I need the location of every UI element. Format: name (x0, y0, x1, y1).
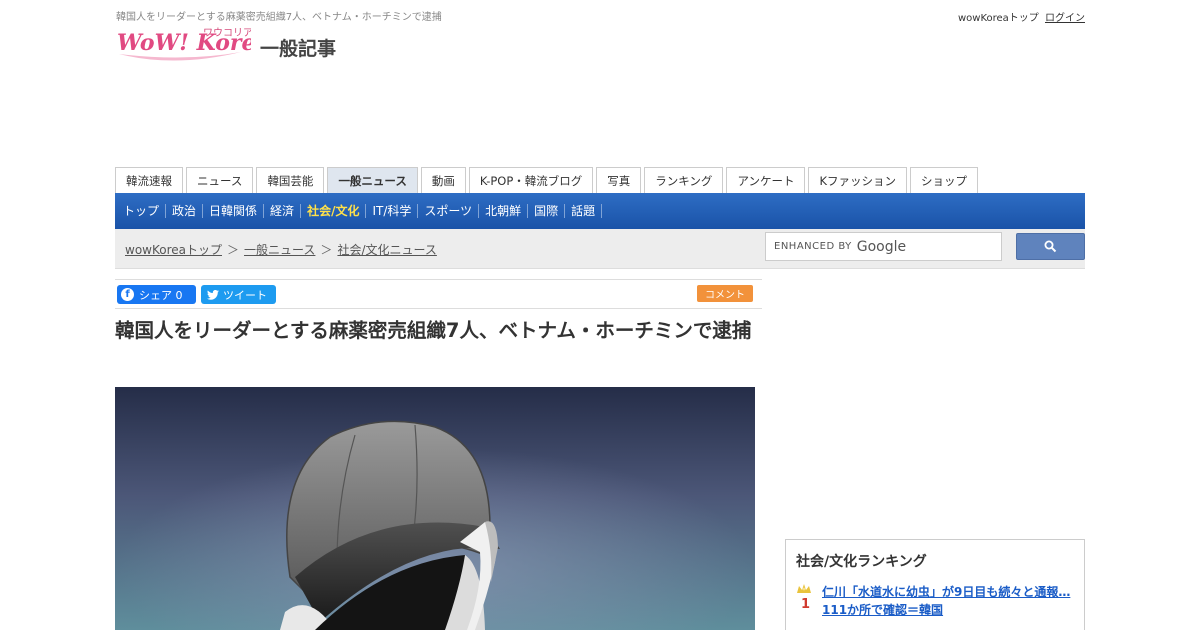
top-breadcrumb: 韓国人をリーダーとする麻薬密売組織7人、ベトナム・ホーチミンで逮捕 (116, 12, 442, 23)
ranking-title: 社会/文化ランキング (796, 554, 927, 570)
ranking-item: 1 仁川「水道水に幼虫」が9日目も続々と通報…111か所で確認＝韓国 (794, 583, 1079, 619)
subnav-politics[interactable]: 政治 (166, 204, 204, 218)
tab-general-news[interactable]: 一般ニュース (327, 167, 418, 193)
subnav-topics[interactable]: 話題 (565, 204, 603, 218)
breadcrumb-home[interactable]: wowKoreaトップ (125, 243, 222, 257)
login-link[interactable]: ログイン (1045, 13, 1085, 24)
home-link[interactable]: wowKoreaトップ (958, 13, 1039, 24)
subnav-top[interactable]: トップ (117, 204, 167, 218)
breadcrumb: wowKoreaトップ ＞ 一般ニュース ＞ 社会/文化ニュース (125, 241, 437, 258)
subnav-economy[interactable]: 経済 (264, 204, 302, 218)
tab-kfashion[interactable]: Kファッション (808, 167, 908, 193)
subnav-society-culture[interactable]: 社会/文化 (301, 204, 367, 218)
main-tabs: 韓流速報 ニュース 韓国芸能 一般ニュース 動画 K-POP・韓流ブログ 写真 … (115, 167, 979, 193)
rank-number: 1 (801, 597, 810, 611)
google-wordmark: Google (856, 238, 907, 255)
article-headline: 韓国人をリーダーとする麻薬密売組織7人、ベトナム・ホーチミンで逮捕 (115, 319, 752, 342)
facebook-share-label: シェア 0 (139, 288, 183, 302)
subnav-north-korea[interactable]: 北朝鮮 (479, 204, 529, 218)
article-photo (115, 387, 755, 630)
breadcrumb-separator: ＞ (227, 243, 240, 257)
facebook-share-button[interactable]: f シェア 0 (117, 285, 196, 304)
ranking-panel: 社会/文化ランキング 1 仁川「水道水に幼虫」が9日目も続々と通報…111か所で… (785, 539, 1085, 630)
tab-ranking[interactable]: ランキング (644, 167, 724, 193)
subnav-international[interactable]: 国際 (528, 204, 566, 218)
tab-hallyu-news[interactable]: 韓流速報 (115, 167, 183, 193)
tab-photos[interactable]: 写真 (596, 167, 642, 193)
breadcrumb-bar: wowKoreaトップ ＞ 一般ニュース ＞ 社会/文化ニュース ENHANCED BY… (115, 229, 1085, 269)
top-links: wowKoreaトップ ログイン (958, 9, 1085, 24)
search-input[interactable]: ENHANCED BY Google (765, 232, 1002, 261)
logo-kana: ワウコリア (203, 27, 251, 39)
search-enhanced-label: ENHANCED BY (774, 241, 852, 252)
ranking-link[interactable]: 仁川「水道水に幼虫」が9日目も続々と通報…111か所で確認＝韓国 (822, 583, 1079, 619)
breadcrumb-general-news[interactable]: 一般ニュース (244, 243, 315, 257)
tweet-button[interactable]: ツイート (201, 285, 276, 304)
tab-news[interactable]: ニュース (186, 167, 254, 193)
subnav-it-science[interactable]: IT/科学 (366, 204, 419, 218)
tab-entertainment[interactable]: 韓国芸能 (256, 167, 325, 193)
subnav-sports[interactable]: スポーツ (418, 204, 480, 218)
comment-button[interactable]: コメント (697, 285, 753, 302)
first-place-crown-icon: 1 (797, 584, 811, 611)
breadcrumb-separator: ＞ (320, 243, 333, 257)
section-title: 一般記事 (260, 38, 337, 60)
search-icon (1044, 240, 1057, 253)
facebook-icon: f (121, 288, 134, 301)
tab-survey[interactable]: アンケート (726, 167, 806, 193)
tweet-label: ツイート (223, 288, 267, 302)
wowkorea-logo[interactable]: WoW! Korea ワウコリア (115, 26, 251, 64)
breadcrumb-society-culture[interactable]: 社会/文化ニュース (337, 243, 436, 257)
tab-kpop-blog[interactable]: K-POP・韓流ブログ (468, 167, 594, 193)
twitter-bird-icon (207, 289, 219, 300)
tab-video[interactable]: 動画 (420, 167, 466, 193)
search-button[interactable] (1016, 233, 1085, 260)
category-nav: トップ 政治 日韓関係 経済 社会/文化 IT/科学 スポーツ 北朝鮮 国際 話… (115, 193, 1085, 229)
tab-shop[interactable]: ショップ (910, 167, 979, 193)
subnav-japan-korea[interactable]: 日韓関係 (203, 204, 265, 218)
share-bar: f シェア 0 ツイート コメント (115, 279, 762, 309)
